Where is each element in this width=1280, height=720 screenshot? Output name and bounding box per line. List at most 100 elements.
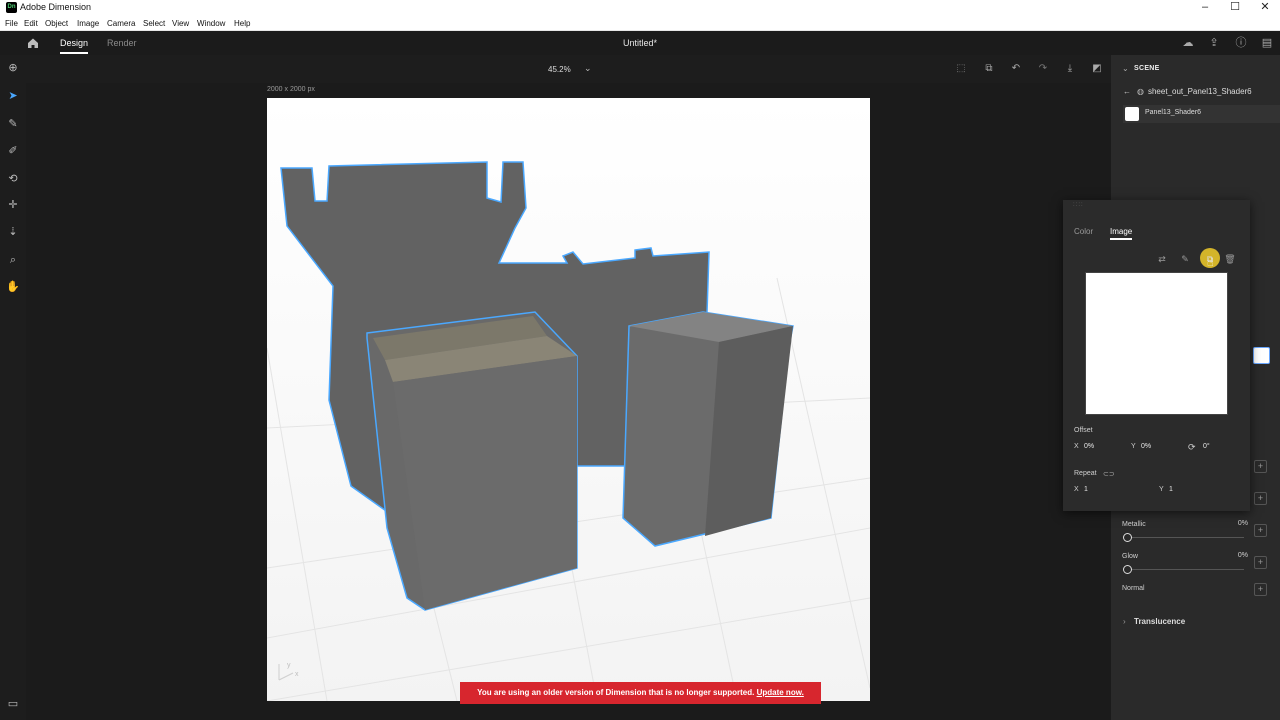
offset-y-label: Y [1131, 443, 1136, 450]
tab-image[interactable]: Image [1110, 227, 1133, 240]
add-texture-button[interactable]: + [1254, 492, 1267, 505]
update-banner: You are using an older version of Dimens… [460, 682, 821, 704]
redo-camera-icon[interactable]: ↷ [1036, 62, 1050, 76]
menu-image[interactable]: Image [77, 19, 99, 28]
metallic-value[interactable]: 0% [1238, 520, 1248, 527]
magic-wand-icon[interactable]: ✎ [5, 116, 21, 132]
axis-label-y: y [287, 662, 291, 669]
box-front-face [393, 356, 577, 610]
add-content-icon[interactable]: ⊕ [5, 60, 21, 76]
app-header: Design Render Untitled* ☁ ⇪ ⓘ ▤ [0, 31, 1280, 55]
rotate-icon: ⟳ [1188, 442, 1196, 452]
repeat-x-value[interactable]: 1 [1084, 486, 1088, 493]
menu-view[interactable]: View [172, 19, 189, 28]
home-icon[interactable] [26, 36, 40, 50]
frame-icon[interactable]: ⬚ [954, 62, 968, 76]
document-title: Untitled* [623, 38, 658, 48]
hand-tool-icon[interactable]: ✋ [5, 279, 21, 295]
add-texture-button[interactable]: + [1254, 583, 1267, 596]
scene-parent-item[interactable]: ← ◍ sheet_out_Panel13_Shader6 [1123, 87, 1252, 96]
3d-scene[interactable]: y x [267, 98, 870, 701]
translucence-label[interactable]: Translucence [1134, 617, 1185, 626]
banner-message: You are using an older version of Dimens… [477, 688, 755, 697]
normal-label: Normal [1122, 585, 1145, 592]
edit-icon[interactable]: ✎ [1179, 253, 1191, 265]
scene-child-item[interactable]: Panel13_Shader6 [1123, 105, 1280, 123]
app-icon: Dn [6, 2, 17, 13]
add-texture-button[interactable]: + [1254, 524, 1267, 537]
drag-handle[interactable]: :::: [1073, 202, 1084, 208]
drop-to-ground-icon[interactable]: ⤓ [1063, 62, 1077, 76]
eyedropper-icon[interactable]: ✐ [5, 143, 21, 159]
hand-cursor-icon: ☝ [1207, 257, 1214, 269]
pan-tool-icon[interactable]: ✛ [5, 197, 21, 213]
menu-select[interactable]: Select [143, 19, 165, 28]
menu-edit[interactable]: Edit [24, 19, 38, 28]
glow-value[interactable]: 0% [1238, 552, 1248, 559]
menu-object[interactable]: Object [45, 19, 68, 28]
offset-x-label: X [1074, 443, 1079, 450]
metallic-label: Metallic [1122, 521, 1146, 528]
glow-slider-handle[interactable] [1123, 565, 1132, 574]
trash-icon[interactable]: 🗑 [1224, 253, 1236, 265]
menu-help[interactable]: Help [234, 19, 250, 28]
add-texture-button[interactable]: + [1254, 460, 1267, 473]
tab-color[interactable]: Color [1074, 227, 1093, 236]
menu-bar: File Edit Object Image Camera Select Vie… [0, 16, 1280, 31]
add-texture-button[interactable]: + [1254, 556, 1267, 569]
repeat-y-value[interactable]: 1 [1169, 486, 1173, 493]
replace-image-icon[interactable]: ⇄ [1156, 253, 1168, 265]
rotation-value[interactable]: 0° [1203, 443, 1210, 450]
back-arrow-icon[interactable]: ← [1123, 87, 1131, 96]
offset-x-value[interactable]: 0% [1084, 443, 1094, 450]
repeat-x-label: X [1074, 486, 1079, 493]
close-button[interactable]: ✕ [1250, 0, 1280, 16]
scene-header: SCENE [1134, 65, 1160, 72]
undo-camera-icon[interactable]: ↶ [1009, 62, 1023, 76]
chevron-right-icon[interactable]: › [1123, 617, 1126, 626]
chevron-down-icon[interactable]: ⌄ [584, 63, 592, 74]
menu-window[interactable]: Window [197, 19, 225, 28]
canvas-size-label: 2000 x 2000 px [267, 86, 315, 93]
feedback-icon[interactable]: ▤ [1260, 36, 1274, 50]
help-icon[interactable]: ⓘ [1234, 36, 1248, 50]
metallic-slider-track[interactable] [1124, 537, 1244, 538]
tab-render[interactable]: Render [107, 38, 137, 48]
title-bar: Dn Adobe Dimension – ☐ ✕ [0, 0, 1280, 16]
share-icon[interactable]: ⇪ [1207, 36, 1221, 50]
texture-preview[interactable] [1085, 272, 1228, 415]
zoom-level[interactable]: 45.2% [548, 65, 571, 74]
left-toolbar: ⊕ ➤ ✎ ✐ ⟲ ✛ ⇣ ⌕ ✋ ▭ [0, 55, 26, 720]
layers-icon[interactable]: ▭ [5, 696, 21, 712]
update-now-link[interactable]: Update now. [757, 688, 804, 697]
base-color-swatch[interactable] [1253, 347, 1270, 364]
menu-camera[interactable]: Camera [107, 19, 135, 28]
glow-slider-track[interactable] [1124, 569, 1244, 570]
chevron-down-icon[interactable]: ⌄ [1122, 64, 1129, 73]
offset-label: Offset [1074, 427, 1093, 434]
render-preview-icon[interactable]: ◩ [1090, 62, 1104, 76]
select-tool-icon[interactable]: ➤ [5, 88, 21, 104]
offset-y-value[interactable]: 0% [1141, 443, 1151, 450]
texture-popover: :::: Color Image ⇄ ✎ ⧉ ☝ 🗑 Offset X 0% Y… [1063, 200, 1250, 511]
link-icon[interactable]: ⊂⊃ [1103, 470, 1115, 478]
menu-file[interactable]: File [5, 19, 18, 28]
app-title: Adobe Dimension [20, 2, 92, 12]
material-thumbnail [1125, 107, 1139, 121]
dolly-icon[interactable]: ⇣ [5, 224, 21, 240]
repeat-y-label: Y [1159, 486, 1164, 493]
group-icon: ◍ [1137, 87, 1144, 96]
scene-child-label: Panel13_Shader6 [1145, 109, 1202, 116]
minimize-button[interactable]: – [1190, 0, 1220, 16]
metallic-slider-handle[interactable] [1123, 533, 1132, 542]
glow-label: Glow [1122, 553, 1138, 560]
tab-design[interactable]: Design [60, 38, 89, 54]
artboard[interactable]: y x [267, 98, 870, 701]
options-bar: 45.2% ⌄ ⬚ ⧉ ↶ ↷ ⤓ ◩ [26, 55, 1111, 83]
camera-bookmark-icon[interactable]: ⧉ [982, 62, 996, 76]
maximize-button[interactable]: ☐ [1220, 0, 1250, 16]
cloud-sync-icon[interactable]: ☁ [1181, 36, 1195, 50]
scene-parent-label: sheet_out_Panel13_Shader6 [1147, 87, 1252, 96]
orbit-icon[interactable]: ⟲ [5, 171, 21, 187]
zoom-tool-icon[interactable]: ⌕ [5, 252, 21, 268]
